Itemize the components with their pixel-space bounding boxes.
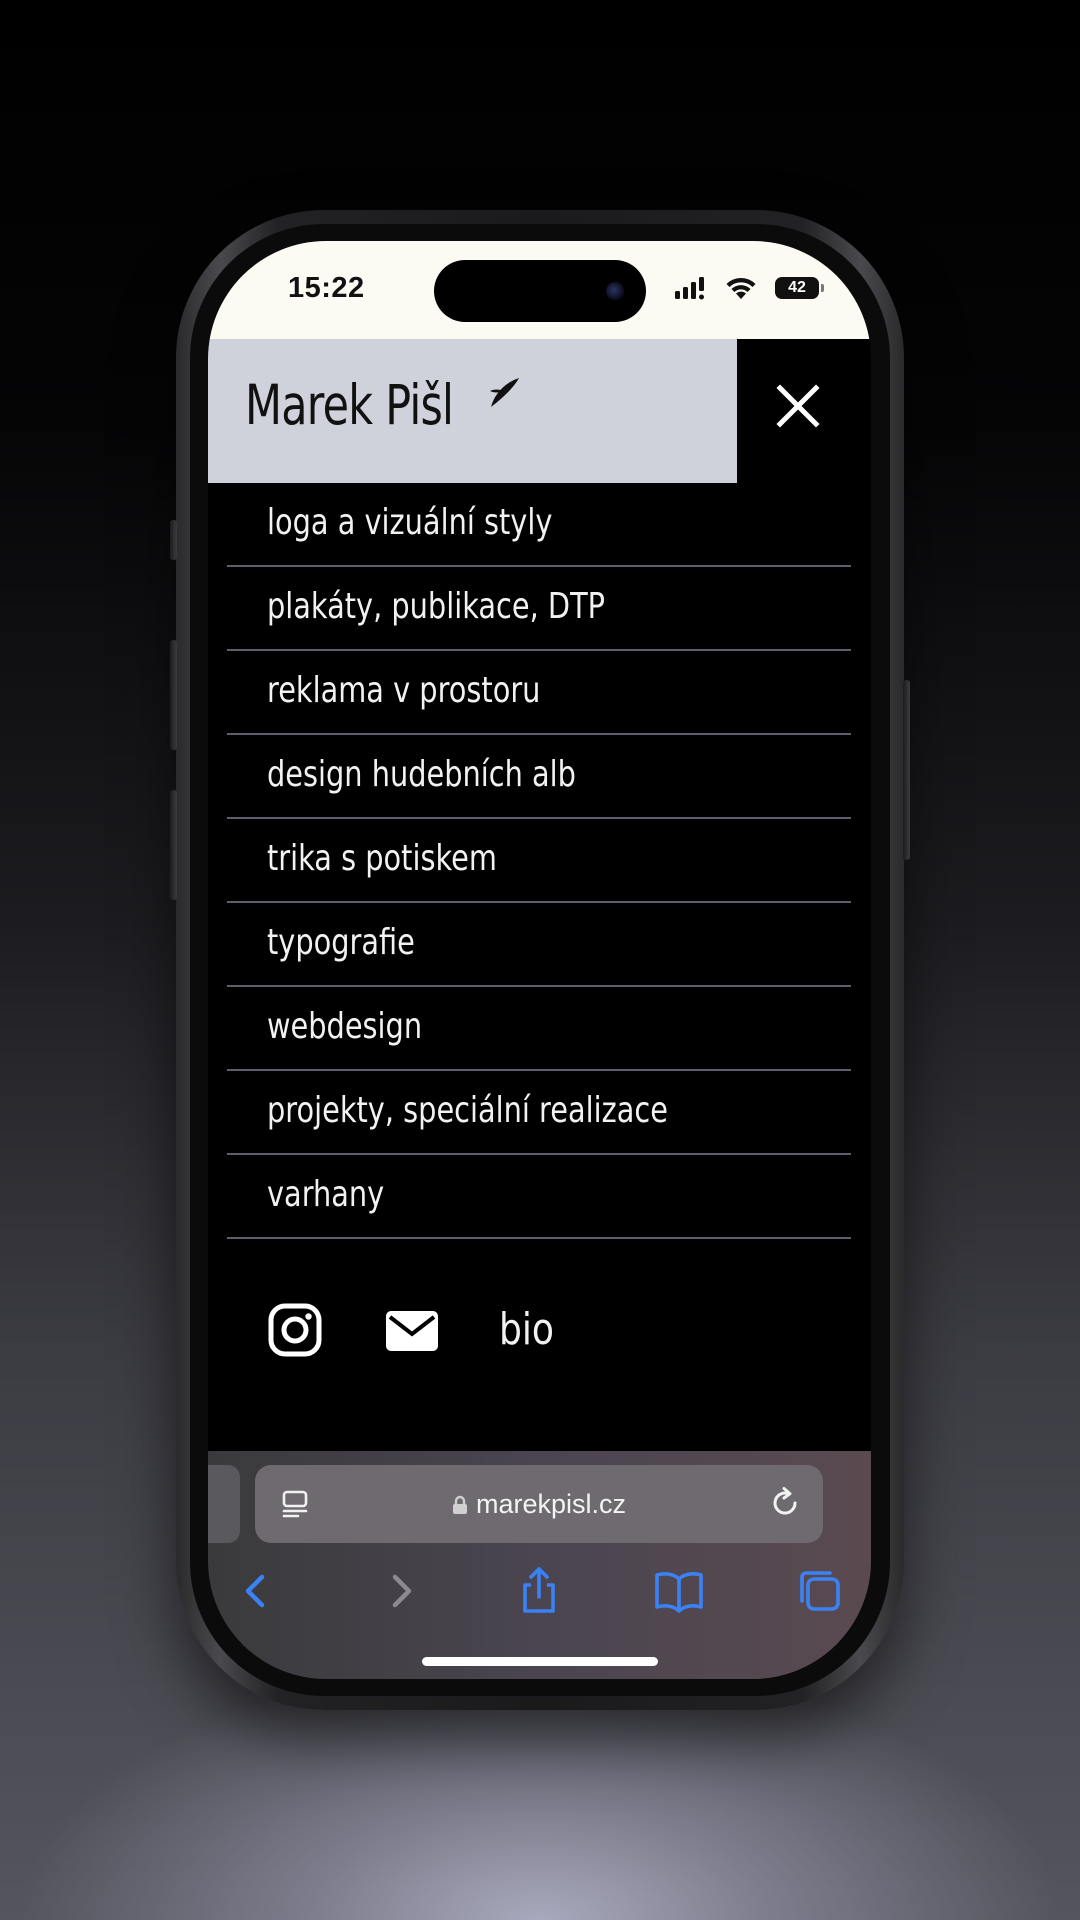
menu-item-design-alb[interactable]: design hudebních alb [227,735,851,819]
menu-item-typografie[interactable]: typografie [227,903,851,987]
main-menu: loga a vizuální styly plakáty, publikace… [227,483,851,1239]
browser-toolbar: marekpisl.cz [208,1451,871,1679]
menu-item-varhany[interactable]: varhany [227,1155,851,1239]
status-time: 15:22 [288,272,365,304]
menu-item-loga[interactable]: loga a vizuální styly [227,483,851,567]
site-logo-area[interactable]: Marek Pišl [208,339,737,483]
lock-icon [452,1495,467,1514]
social-links: bio [208,1301,871,1361]
wifi-icon [726,277,756,299]
menu-item-label[interactable]: projekty, speciální realizace [267,1090,668,1131]
cellular-signal-icon [675,277,704,300]
bio-link[interactable]: bio [499,1304,554,1355]
back-icon[interactable] [229,1563,285,1619]
phone-screen: 15:22 42 Marek Pišl loga a vizuální styl… [208,241,871,1679]
address-bar[interactable]: marekpisl.cz [255,1465,823,1543]
action-button [170,520,177,560]
leaf-logo-icon [490,378,519,407]
menu-item-label[interactable]: typografie [267,922,415,963]
dynamic-island [434,260,646,322]
url-text[interactable]: marekpisl.cz [476,1489,626,1519]
menu-item-label[interactable]: trika s potiskem [267,838,497,879]
url-display[interactable]: marekpisl.cz [255,1489,823,1520]
share-icon[interactable] [511,1563,567,1619]
menu-item-trika[interactable]: trika s potiskem [227,819,851,903]
instagram-icon[interactable] [268,1303,322,1357]
previous-tab-preview[interactable] [208,1465,240,1543]
menu-item-label[interactable]: loga a vizuální styly [267,502,552,543]
menu-item-label[interactable]: design hudebních alb [267,754,576,795]
bookmarks-icon[interactable] [651,1563,707,1619]
tabs-icon[interactable] [792,1563,848,1619]
battery-icon: 42 [775,277,819,299]
menu-item-webdesign[interactable]: webdesign [227,987,851,1071]
status-bar: 15:22 42 [208,241,871,339]
camera-icon [606,282,624,300]
power-button [903,680,910,860]
menu-item-label[interactable]: reklama v prostoru [267,670,540,711]
safari-nav-toolbar [208,1563,871,1619]
menu-item-label[interactable]: webdesign [267,1006,422,1047]
reload-icon[interactable] [767,1485,803,1521]
menu-item-label[interactable]: plakáty, publikace, DTP [267,586,605,627]
close-icon[interactable] [776,384,820,428]
home-indicator[interactable] [422,1657,658,1666]
volume-down-button [170,790,177,900]
menu-item-plakaty[interactable]: plakáty, publikace, DTP [227,567,851,651]
menu-item-projekty[interactable]: projekty, speciální realizace [227,1071,851,1155]
mail-icon[interactable] [386,1311,438,1351]
volume-up-button [170,640,177,750]
battery-cap [821,284,824,292]
menu-item-reklama[interactable]: reklama v prostoru [227,651,851,735]
forward-icon[interactable] [372,1563,428,1619]
menu-item-label[interactable]: varhany [267,1174,384,1215]
site-logo-text[interactable]: Marek Pišl [245,373,454,437]
